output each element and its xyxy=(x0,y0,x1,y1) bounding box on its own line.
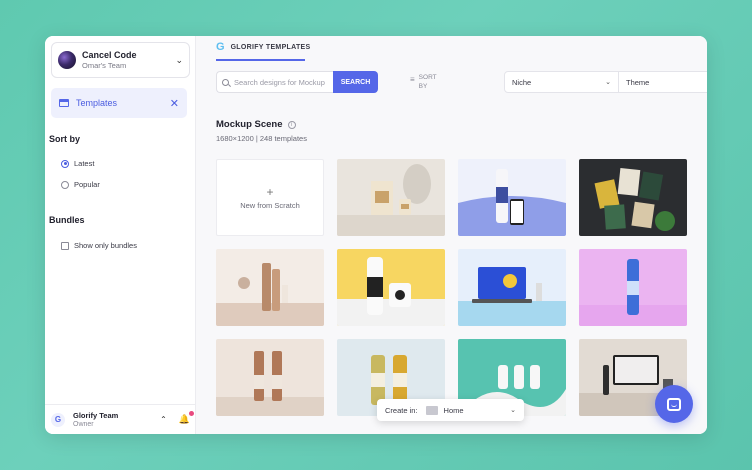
laptop-mockup-image xyxy=(458,249,566,326)
template-thumbnail[interactable] xyxy=(337,159,445,236)
template-thumbnail[interactable] xyxy=(337,249,445,326)
new-from-scratch-label: New from Scratch xyxy=(240,200,300,210)
show-only-bundles-checkbox[interactable]: Show only bundles xyxy=(61,241,137,250)
checkbox-label: Show only bundles xyxy=(74,241,137,250)
active-tab-indicator xyxy=(216,59,305,61)
sort-by-title: Sort by xyxy=(49,134,81,144)
glorify-logo-icon: G xyxy=(51,412,65,427)
plus-icon: + xyxy=(266,184,274,199)
sort-option-popular[interactable]: Popular xyxy=(61,180,100,189)
template-thumbnail[interactable] xyxy=(458,249,566,326)
app-window: Cancel Code Omar's Team ⌄ Templates ✕ So… xyxy=(45,36,707,434)
template-thumbnail[interactable] xyxy=(458,159,566,236)
sort-lines-icon: ≡ xyxy=(410,75,415,84)
brand-title: GLORIFY TEMPLATES xyxy=(230,43,311,51)
section-subtitle: 1680×1200 | 248 templates xyxy=(216,134,307,143)
sort-option-label: Latest xyxy=(74,159,95,168)
template-thumbnail[interactable] xyxy=(579,159,687,236)
sidebar: Cancel Code Omar's Team ⌄ Templates ✕ So… xyxy=(45,36,196,434)
sort-option-latest[interactable]: Latest xyxy=(61,159,94,168)
sort-by-control[interactable]: ≡ SORT BY xyxy=(410,73,441,91)
notification-bell-icon[interactable]: 🔔 xyxy=(179,411,194,425)
create-in-selector[interactable]: Create in: Home ⌄ xyxy=(377,399,524,421)
chat-support-button[interactable] xyxy=(655,385,693,423)
bundles-title: Bundles xyxy=(49,215,85,225)
workspace-role: Owner xyxy=(73,420,94,428)
template-thumbnail[interactable] xyxy=(579,249,687,326)
template-thumbnail[interactable] xyxy=(216,429,324,434)
chat-icon xyxy=(667,397,681,411)
coffee-bag-mockup-image xyxy=(337,159,445,236)
template-thumbnail[interactable] xyxy=(216,339,324,416)
create-in-label: Create in: xyxy=(385,405,418,415)
chevron-up-icon[interactable]: ⌃ xyxy=(160,415,167,424)
section-title: Mockup Scene xyxy=(216,119,283,130)
close-icon[interactable]: ✕ xyxy=(170,97,179,110)
wine-bottles-image xyxy=(216,249,324,326)
template-thumbnail[interactable] xyxy=(216,249,324,326)
templates-nav-item[interactable]: Templates ✕ xyxy=(51,88,187,118)
brand-tab[interactable]: G GLORIFY TEMPLATES xyxy=(216,41,310,53)
sort-by-label: SORT BY xyxy=(418,74,437,90)
theme-dropdown[interactable]: Theme ⌄ xyxy=(618,71,707,93)
templates-label: Templates xyxy=(76,98,118,108)
search-button[interactable]: SEARCH xyxy=(333,71,378,93)
workspace-name: Glorify Team xyxy=(73,410,119,420)
coffee-packs-mockup-image xyxy=(579,159,687,236)
template-thumbnail[interactable] xyxy=(579,429,687,434)
niche-dropdown[interactable]: Niche ⌄ xyxy=(504,71,619,93)
templates-icon xyxy=(59,99,69,107)
account-team: Omar's Team xyxy=(82,60,127,70)
main-content: G GLORIFY TEMPLATES SEARCH ≡ SORT BY Nic… xyxy=(196,36,707,434)
chevron-down-icon: ⌄ xyxy=(510,407,516,414)
milk-bottle-mug-image xyxy=(337,249,445,326)
search-icon xyxy=(222,78,229,86)
checkbox-icon xyxy=(61,241,69,250)
account-switcher[interactable]: Cancel Code Omar's Team ⌄ xyxy=(51,42,190,78)
info-icon[interactable]: i xyxy=(287,120,296,129)
create-in-value: Home xyxy=(443,405,464,415)
chevron-down-icon: ⌄ xyxy=(175,54,183,65)
sort-option-label: Popular xyxy=(74,180,100,189)
wine-bottles-pair-image xyxy=(216,339,324,416)
niche-value: Niche xyxy=(512,77,532,87)
radio-selected-icon xyxy=(61,159,69,168)
search-input[interactable] xyxy=(234,77,331,87)
theme-value: Theme xyxy=(626,77,650,87)
avatar xyxy=(58,51,76,69)
template-thumbnail[interactable] xyxy=(337,429,445,434)
template-thumbnail[interactable] xyxy=(458,429,566,434)
glorify-g-icon: G xyxy=(216,41,225,53)
chevron-down-icon: ⌄ xyxy=(605,79,611,86)
notification-badge xyxy=(189,411,194,416)
water-bottle-phone-image xyxy=(458,159,566,236)
folder-icon xyxy=(425,405,438,415)
new-from-scratch-tile[interactable]: + New from Scratch xyxy=(216,159,324,236)
search-box[interactable] xyxy=(216,71,333,93)
water-bottle-pink-image xyxy=(579,249,687,326)
account-name: Cancel Code xyxy=(82,49,137,60)
workspace-switcher[interactable]: G Glorify Team Owner ⌃ 🔔 xyxy=(45,404,196,434)
radio-unselected-icon xyxy=(61,180,69,189)
